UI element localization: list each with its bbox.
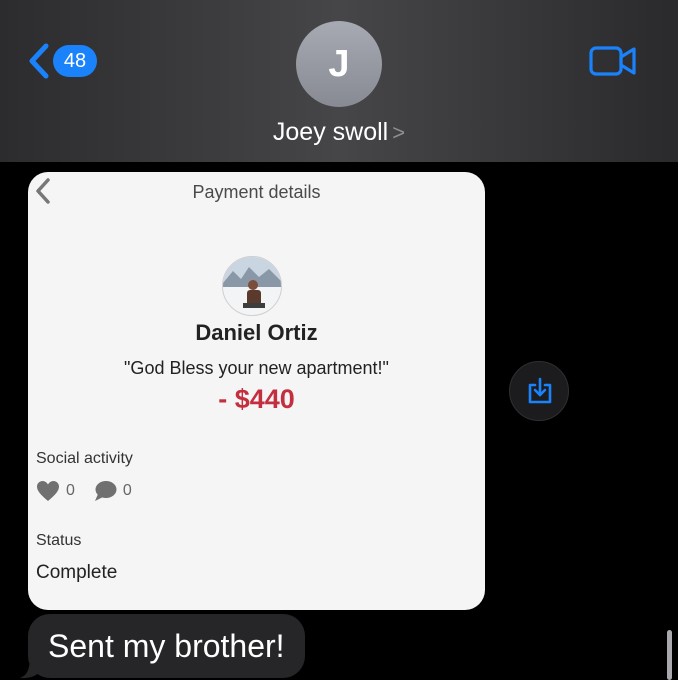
social-activity-row: 0 0 xyxy=(36,478,150,504)
payer-avatar xyxy=(222,256,282,316)
comments-count: 0 xyxy=(122,482,132,499)
heart-icon xyxy=(37,481,59,501)
chevron-right-icon: > xyxy=(392,120,406,145)
back-chevron-icon xyxy=(29,43,49,79)
video-camera-icon[interactable] xyxy=(588,44,638,78)
contact-name[interactable]: Joey swoll > xyxy=(0,116,678,149)
payment-details-title: Payment details xyxy=(192,182,321,202)
likes-count: 0 xyxy=(66,482,75,499)
messages-screen: 48 J Joey swoll > Payment details Daniel… xyxy=(0,0,678,680)
status-value: Complete xyxy=(36,562,118,583)
payment-amount: - $440 xyxy=(218,384,295,414)
contact-avatar[interactable]: J xyxy=(296,21,382,107)
back-button[interactable]: 48 xyxy=(26,40,106,82)
status-label: Status xyxy=(36,532,82,549)
payment-note: "God Bless your new apartment!" xyxy=(124,358,389,378)
payer-name: Daniel Ortiz xyxy=(195,320,318,345)
contact-name-label: Joey swoll xyxy=(272,118,389,146)
social-activity-label: Social activity xyxy=(36,450,133,467)
unread-count-badge: 48 xyxy=(53,45,97,77)
share-button[interactable] xyxy=(509,361,569,421)
comment-icon xyxy=(94,481,117,501)
payment-details-image[interactable]: Payment details Daniel Ortiz "God Bless … xyxy=(28,172,485,610)
scrollbar[interactable] xyxy=(667,630,672,680)
message-bubble[interactable]: Sent my brother! xyxy=(28,614,305,678)
conversation-header: 48 J Joey swoll > xyxy=(0,0,678,162)
share-icon xyxy=(528,377,552,404)
